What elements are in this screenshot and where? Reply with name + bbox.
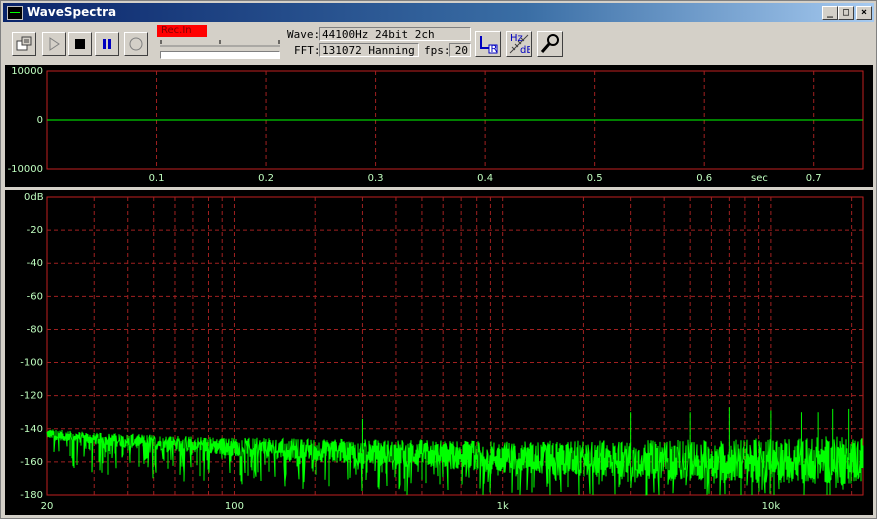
spectrum-x-tick: 10k (762, 501, 781, 512)
spectrum-y-tick: -20 (27, 225, 43, 236)
settings-button[interactable] (537, 31, 563, 57)
spectrum-y-tick: 0dB (24, 192, 44, 203)
waveform-plot: 0.1 0.2 0.3 0.4 0.5 0.6 0.7 sec 10000 0 -10000 (8, 66, 864, 184)
lr-channel-button[interactable]: R (475, 31, 501, 57)
stop-icon (75, 39, 85, 49)
waveform-x-unit: sec (751, 173, 768, 184)
spectrum-plot: 0dB -20 -40 -60 -80 -100 -120 -140 -160 -18020 100… (20, 192, 864, 512)
load-button[interactable] (12, 32, 36, 56)
pause-icon (103, 39, 111, 49)
spectrum-y-tick: -140 (20, 424, 43, 435)
svg-text:Hz: Hz (510, 33, 523, 44)
waveform-x-tick: 0.5 (587, 173, 603, 184)
maximize-button[interactable]: □ (838, 6, 854, 20)
hz-db-button[interactable]: Hz dB (506, 31, 532, 57)
stop-button[interactable] (68, 32, 92, 56)
settings-wrench-icon (540, 34, 559, 53)
spectrum-y-tick: -40 (27, 258, 43, 269)
rec-in-label: Rec.In (157, 25, 207, 37)
waveform-y-tick: -10000 (8, 164, 43, 175)
waveform-x-tick: 0.6 (696, 173, 712, 184)
waveform-x-tick: 0.4 (477, 173, 493, 184)
waveform-y-tick: 0 (37, 115, 43, 126)
toolbar: Rec.In Wave: 44100Hz 24bit 2ch FFT: 1310… (3, 23, 874, 63)
spectrum-y-tick: -100 (20, 358, 43, 369)
window-title: WaveSpectra (27, 5, 117, 19)
lr-channel-icon: R (480, 36, 498, 55)
waveform-panel: 0.1 0.2 0.3 0.4 0.5 0.6 0.7 sec 10000 0 -10000 (5, 65, 873, 187)
svg-text:R: R (491, 44, 498, 55)
close-button[interactable]: × (856, 6, 872, 20)
app-window: WaveSpectra _ □ × Rec.In Wave: 44100Hz 2… (0, 0, 877, 519)
fps-label: fps: (424, 44, 451, 57)
input-level-slider[interactable] (160, 40, 280, 47)
waveform-x-tick: 0.2 (258, 173, 274, 184)
waveform-x-tick: 0.7 (806, 173, 822, 184)
hz-db-icon: Hz dB (509, 33, 530, 55)
spectrum-x-tick: 20 (41, 501, 54, 512)
spectrum-y-tick: -160 (20, 457, 43, 468)
waveform-x-tick: 0.1 (149, 173, 165, 184)
spectrum-y-tick: -60 (27, 291, 43, 302)
waveform-y-tick: 10000 (11, 66, 43, 77)
input-level-meter (160, 51, 280, 59)
load-icon (16, 36, 32, 51)
wave-format-field: 44100Hz 24bit 2ch (319, 27, 471, 41)
spectrum-y-tick: -80 (27, 324, 43, 335)
spectrum-y-tick: -180 (20, 490, 43, 501)
waveform-x-tick: 0.3 (368, 173, 384, 184)
fft-label: FFT: (294, 44, 321, 57)
app-icon (7, 6, 23, 20)
fps-field: 20 (449, 43, 471, 57)
record-button[interactable] (124, 32, 148, 56)
svg-text:dB: dB (520, 45, 530, 55)
spectrum-x-tick: 100 (225, 501, 244, 512)
spectrum-panel: 0dB -20 -40 -60 -80 -100 -120 -140 -160 -180 20 100… (5, 190, 873, 515)
title-bar[interactable]: WaveSpectra _ □ × (3, 3, 874, 22)
play-button[interactable] (42, 32, 66, 56)
fft-settings-field: 131072 Hanning (319, 43, 419, 57)
minimize-button[interactable]: _ (822, 6, 838, 20)
pause-button[interactable] (95, 32, 119, 56)
wave-label: Wave: (287, 28, 321, 41)
spectrum-y-tick: -120 (20, 391, 43, 402)
spectrum-x-tick: 1k (497, 501, 509, 512)
play-icon (49, 37, 60, 51)
record-icon (129, 37, 143, 51)
